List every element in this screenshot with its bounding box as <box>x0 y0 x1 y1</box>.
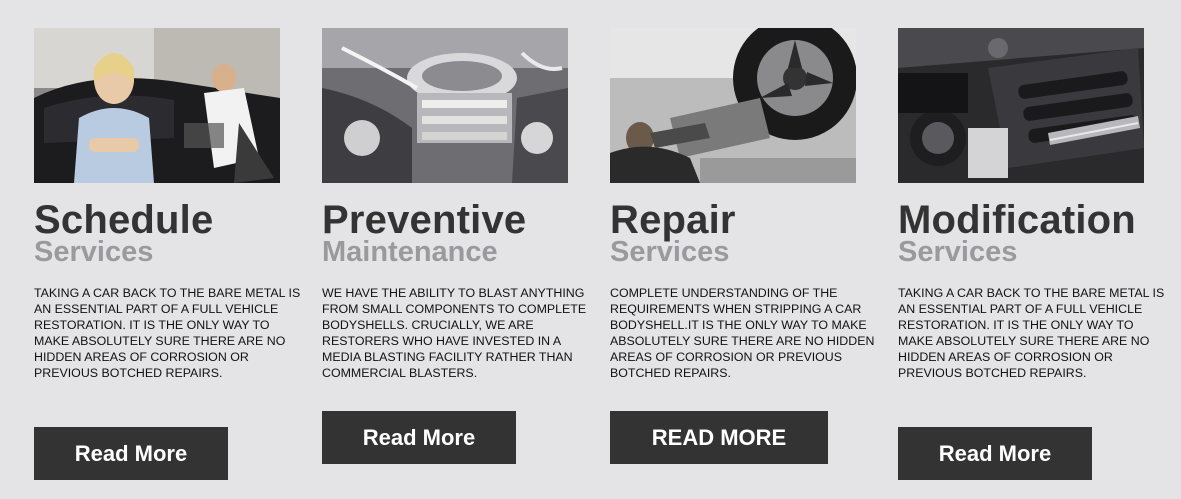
card-subtitle: Services <box>610 236 730 268</box>
card-title: Modification <box>898 198 1136 242</box>
engine-photo <box>322 28 568 183</box>
service-card-schedule: Schedule Services TAKING A CAR BACK TO T… <box>34 28 304 480</box>
service-card-preventive: Preventive Maintenance WE HAVE THE ABILI… <box>322 28 592 464</box>
card-description: COMPLETE UNDERSTANDING OF THE REQUIREMEN… <box>610 286 875 380</box>
card-title: Preventive <box>322 198 527 242</box>
card-title: Schedule <box>34 198 214 242</box>
card-title: Repair <box>610 198 736 242</box>
service-card-repair: Repair Services COMPLETE UNDERSTANDING O… <box>610 28 880 464</box>
read-more-button[interactable]: Read More <box>34 427 228 480</box>
under-car-image <box>610 28 856 183</box>
card-description: WE HAVE THE ABILITY TO BLAST ANYTHING FR… <box>322 286 587 380</box>
card-description: TAKING A CAR BACK TO THE BARE METAL IS A… <box>898 286 1165 380</box>
service-card-modification: Modification Services TAKING A CAR BACK … <box>898 28 1168 480</box>
mechanic-photo <box>34 28 280 183</box>
read-more-button[interactable]: Read More <box>898 427 1092 480</box>
engine-bay-photo <box>898 28 1144 183</box>
chrome-engine-image <box>322 28 568 183</box>
wheel-repair-photo <box>610 28 856 183</box>
read-more-button[interactable]: READ MORE <box>610 411 828 464</box>
read-more-button[interactable]: Read More <box>322 411 516 464</box>
card-description: TAKING A CAR BACK TO THE BARE METAL IS A… <box>34 286 301 380</box>
card-subtitle: Maintenance <box>322 236 498 268</box>
mechanic-image <box>34 28 280 183</box>
engine-bay-image <box>898 28 1144 183</box>
